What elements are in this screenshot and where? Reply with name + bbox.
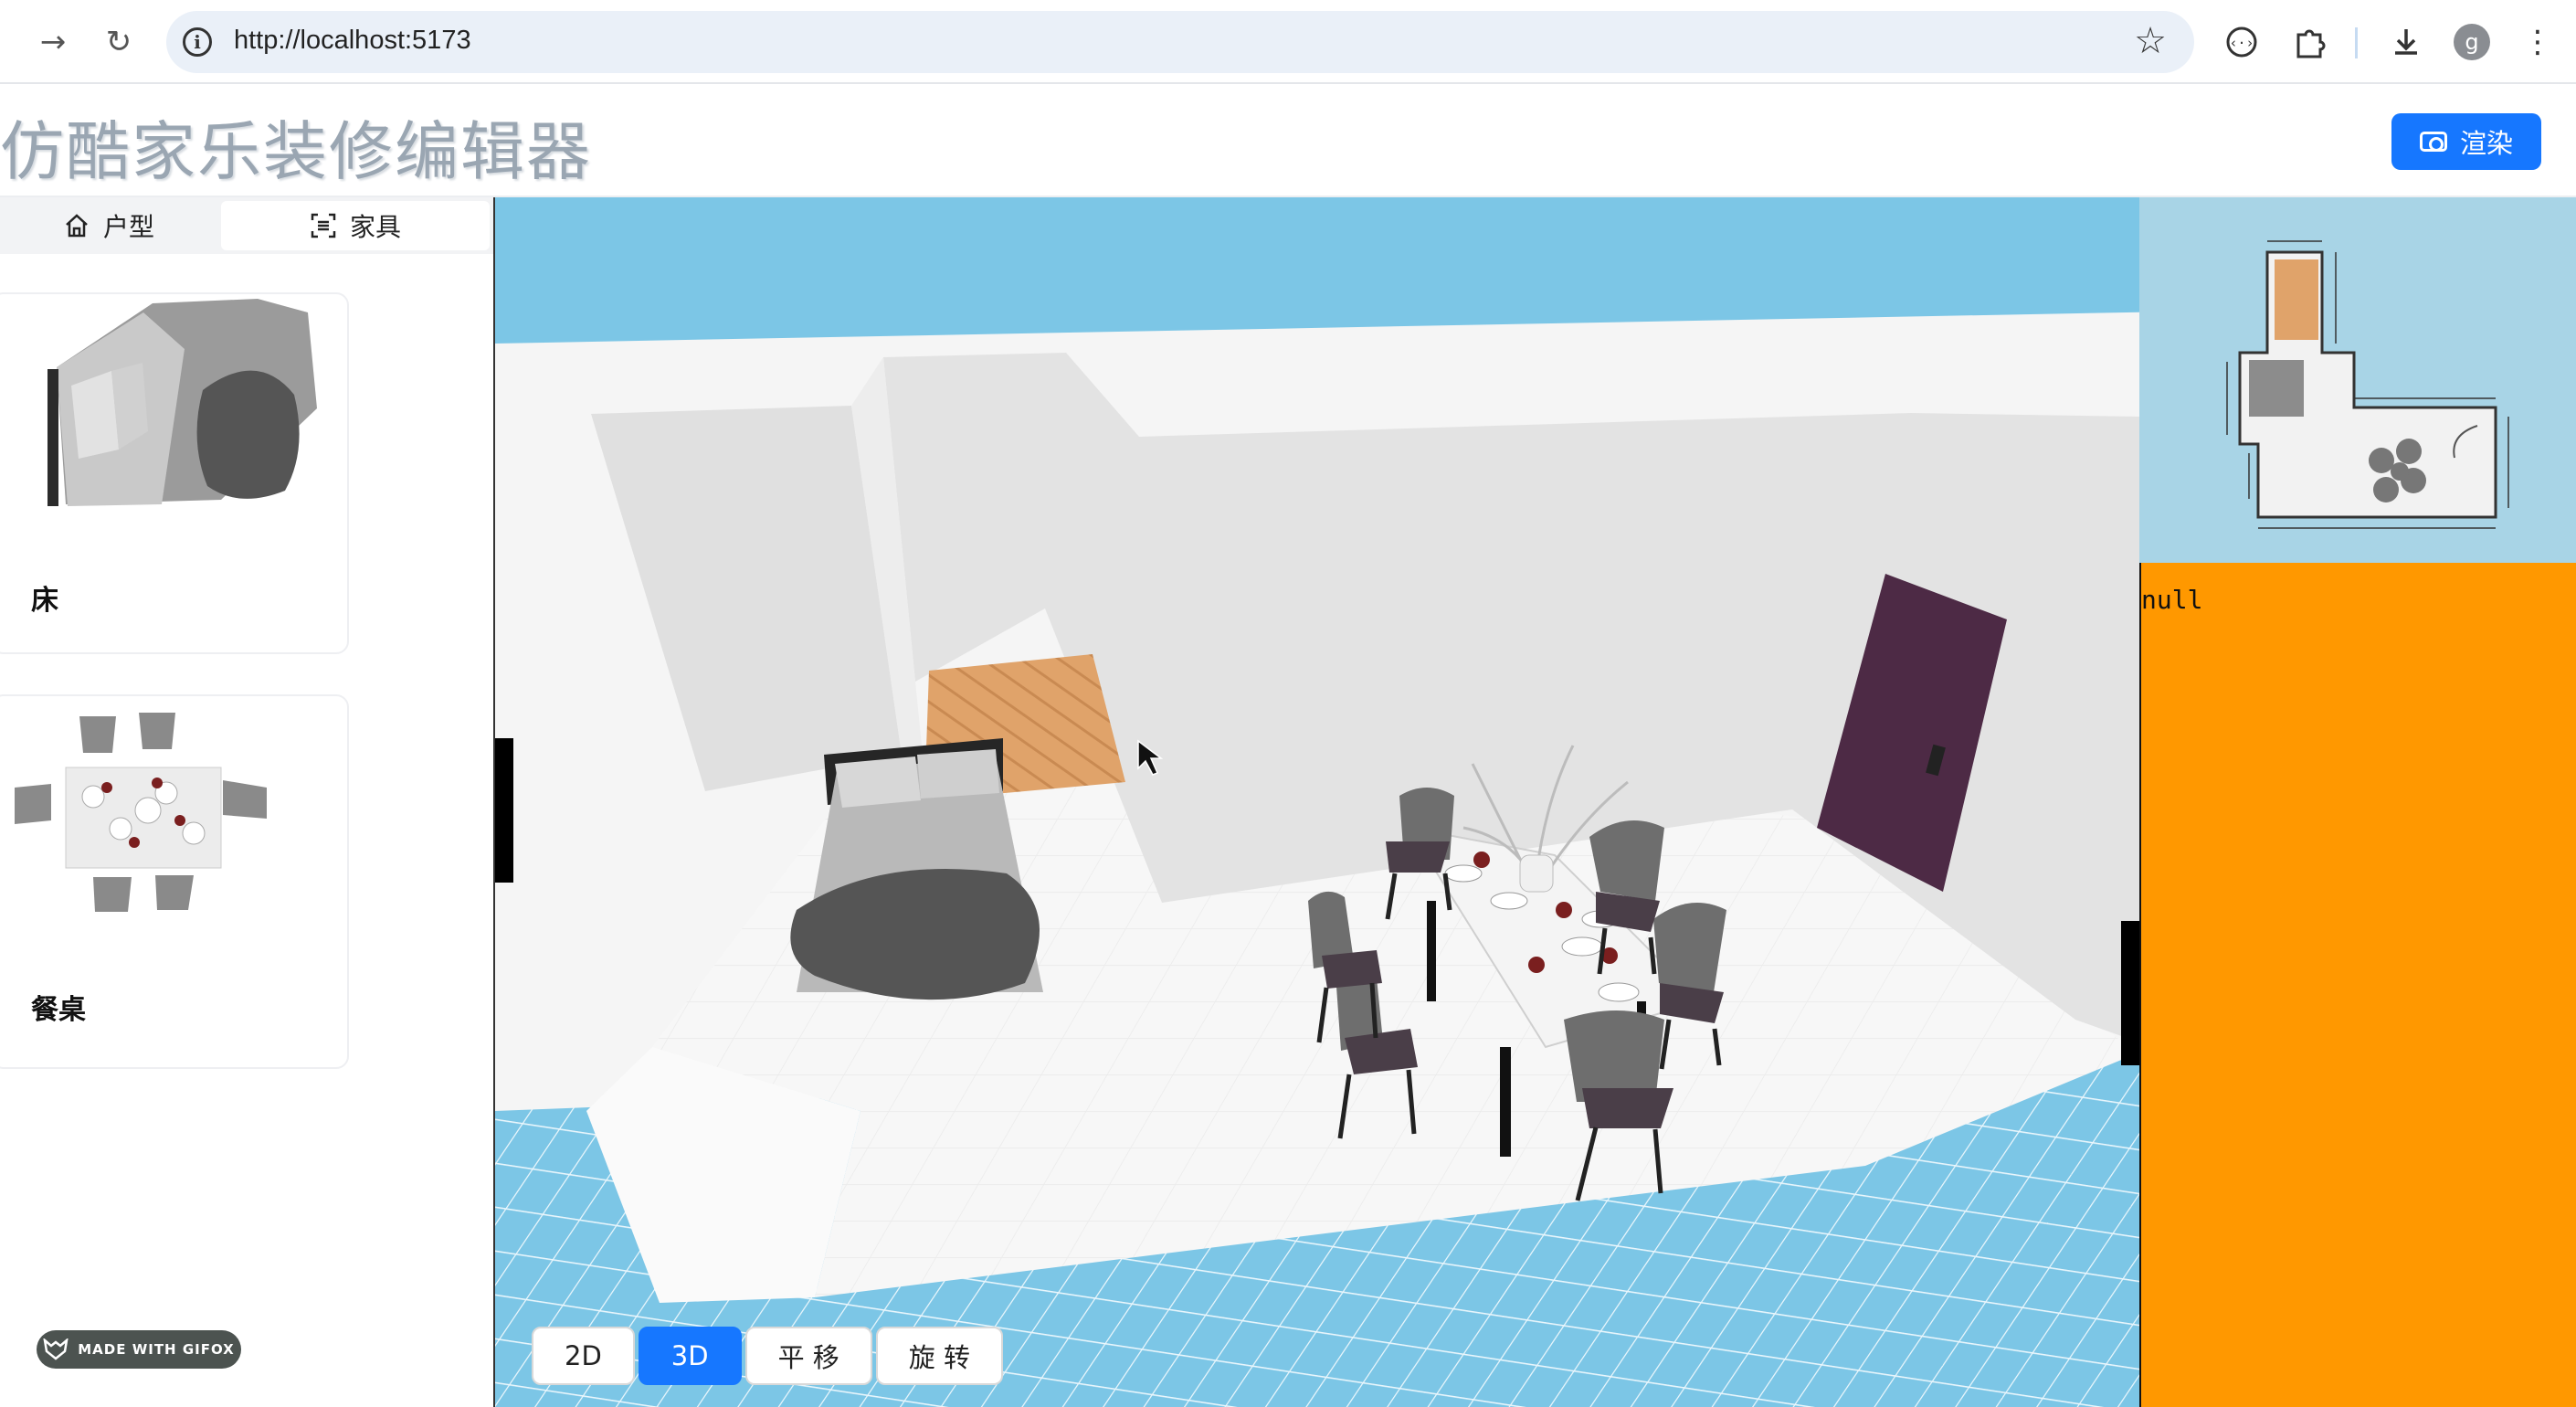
home-icon: [66, 214, 88, 238]
download-icon[interactable]: [2384, 20, 2428, 64]
furniture-card-bed[interactable]: 床: [0, 292, 349, 654]
minimap-rug: [2275, 259, 2318, 340]
extension-code-icon[interactable]: ‹·›: [2220, 20, 2264, 64]
more-menu-icon[interactable]: ⋮: [2516, 20, 2560, 64]
profile-avatar[interactable]: g: [2454, 24, 2490, 60]
forward-icon[interactable]: →: [29, 18, 77, 66]
view-2d-button[interactable]: 2D: [532, 1327, 635, 1385]
site-info-icon[interactable]: i: [183, 27, 212, 57]
address-bar[interactable]: i http://localhost:5173 ☆: [166, 11, 2194, 73]
scan-icon: [311, 213, 336, 238]
left-resize-handle[interactable]: [495, 738, 513, 883]
camera-icon: [2419, 132, 2447, 152]
minimap-bed: [2249, 360, 2304, 417]
furniture-label: 床: [31, 585, 58, 617]
view-mode-toolbar: 2D 3D 平 移 旋 转: [532, 1327, 1003, 1385]
tab-furniture[interactable]: 家具: [221, 201, 490, 250]
app-title: 仿酷家乐装修编辑器: [0, 114, 592, 189]
toolbar-separator: [2355, 27, 2358, 58]
render-button-label: 渲染: [2459, 128, 2513, 159]
gifox-watermark-text: MADE WITH GIFOX: [78, 1341, 235, 1358]
debug-panel: null: [2139, 563, 2576, 1407]
dining-table-thumbnail: [15, 713, 267, 912]
furniture-card-dining-table[interactable]: 餐桌: [0, 694, 349, 1069]
tab-floorplan-label: 户型: [102, 212, 154, 242]
sidebar-tabs: 户型 家具: [0, 197, 493, 254]
3d-viewport[interactable]: 2D 3D 平 移 旋 转: [495, 197, 2139, 1407]
reload-icon[interactable]: ↻: [95, 18, 143, 66]
gifox-logo-icon: [43, 1338, 69, 1360]
floorplan-minimap[interactable]: [2139, 197, 2576, 563]
view-3d-button[interactable]: 3D: [638, 1327, 742, 1385]
app-header: 仿酷家乐装修编辑器 渲染: [0, 84, 2576, 197]
bookmark-star-icon[interactable]: ☆: [2134, 20, 2167, 62]
tab-floorplan[interactable]: 户型: [0, 201, 217, 250]
bed-thumbnail: [48, 299, 317, 506]
svg-text:‹·›: ‹·›: [2229, 35, 2254, 51]
render-button[interactable]: 渲染: [2391, 113, 2541, 170]
scene-canvas[interactable]: [495, 197, 2139, 1407]
rotate-button[interactable]: 旋 转: [875, 1327, 1003, 1385]
tab-furniture-label: 家具: [349, 212, 401, 242]
extensions-puzzle-icon[interactable]: [2287, 20, 2331, 64]
debug-value: null: [2141, 585, 2203, 615]
right-resize-handle[interactable]: [2121, 921, 2139, 1065]
url-text[interactable]: http://localhost:5173: [234, 26, 471, 56]
browser-toolbar: → ↻ i http://localhost:5173 ☆ ‹·› g ⋮: [0, 0, 2576, 84]
furniture-label: 餐桌: [31, 994, 86, 1026]
left-sidebar: 户型 家具 床 餐桌 MADE WITH GIFOX: [0, 197, 495, 1407]
minimap-floorplan: [2226, 240, 2509, 529]
gifox-watermark: MADE WITH GIFOX: [37, 1330, 241, 1369]
pan-button[interactable]: 平 移: [744, 1327, 872, 1385]
